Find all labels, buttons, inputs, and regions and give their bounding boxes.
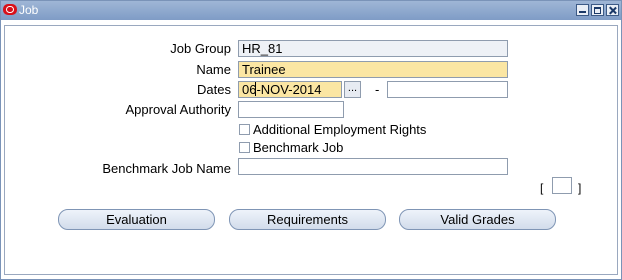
approval-authority-field[interactable] bbox=[238, 101, 344, 118]
maximize-icon[interactable] bbox=[591, 4, 604, 16]
job-window: Job Job Group HR_81 Name Trainee Dates 0… bbox=[0, 0, 622, 280]
evaluation-button[interactable]: Evaluation bbox=[58, 209, 215, 230]
date-separator: - bbox=[375, 82, 380, 97]
benchmark-job-checkbox[interactable] bbox=[239, 142, 250, 153]
job-group-label: Job Group bbox=[170, 41, 231, 56]
dates-label: Dates bbox=[197, 82, 231, 97]
title-bar: Job bbox=[1, 1, 621, 20]
benchmark-job-label: Benchmark Job bbox=[253, 140, 344, 155]
window-controls bbox=[576, 4, 619, 16]
approval-authority-label: Approval Authority bbox=[125, 102, 231, 117]
benchmark-job-name-label: Benchmark Job Name bbox=[102, 161, 231, 176]
name-field[interactable]: Trainee bbox=[238, 61, 508, 78]
job-group-field[interactable]: HR_81 bbox=[238, 40, 508, 57]
minimize-icon[interactable] bbox=[576, 4, 589, 16]
date-to-field[interactable] bbox=[387, 81, 508, 98]
additional-employment-rights-checkbox[interactable] bbox=[239, 124, 250, 135]
name-label: Name bbox=[196, 62, 231, 77]
form-canvas: Job Group HR_81 Name Trainee Dates 06-NO… bbox=[4, 25, 618, 275]
window-title: Job bbox=[19, 3, 39, 17]
requirements-button[interactable]: Requirements bbox=[229, 209, 386, 230]
benchmark-job-name-field[interactable] bbox=[238, 158, 508, 175]
descriptive-flexfield[interactable] bbox=[552, 177, 572, 194]
text-cursor bbox=[255, 82, 256, 96]
dff-close-bracket: ] bbox=[578, 181, 582, 195]
close-icon[interactable] bbox=[606, 4, 619, 16]
oracle-logo-icon bbox=[3, 4, 17, 15]
valid-grades-button[interactable]: Valid Grades bbox=[399, 209, 556, 230]
date-picker-button[interactable]: ... bbox=[344, 81, 361, 98]
dff-open-bracket: [ bbox=[540, 181, 544, 195]
date-from-field[interactable]: 06-NOV-2014 bbox=[238, 81, 342, 98]
additional-employment-rights-label: Additional Employment Rights bbox=[253, 122, 427, 137]
